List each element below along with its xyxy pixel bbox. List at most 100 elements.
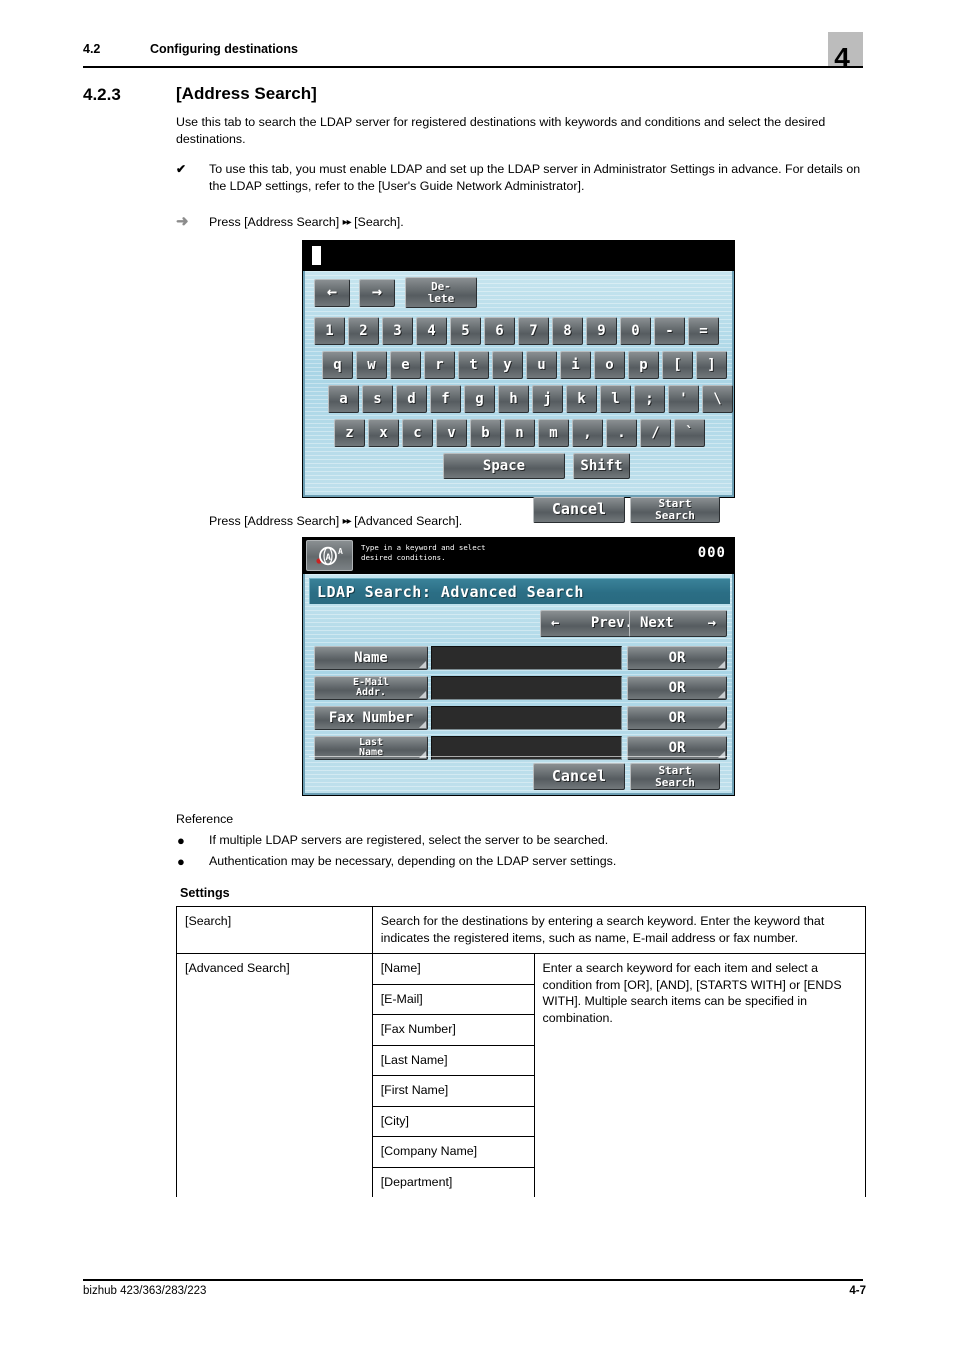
key-8[interactable]: 8 — [552, 317, 583, 345]
reference-heading: Reference — [176, 812, 234, 826]
key-label: \ — [713, 390, 722, 407]
key-q[interactable]: q — [322, 351, 353, 379]
start-search-button[interactable]: Start Search — [630, 763, 720, 790]
key-[interactable]: - — [654, 317, 685, 345]
key-[interactable]: / — [640, 419, 671, 447]
key-label: a — [339, 390, 348, 407]
key-f[interactable]: f — [430, 385, 461, 413]
key-label: 6 — [495, 322, 504, 339]
dogear-icon — [419, 691, 426, 698]
reference-item-2: ● Authentication may be necessary, depen… — [176, 853, 866, 870]
start-search-line2: Search — [655, 775, 695, 789]
key-b[interactable]: b — [470, 419, 501, 447]
cell-item-first-name: [First Name] — [371, 1075, 535, 1107]
key-0[interactable]: 0 — [620, 317, 651, 345]
key-y[interactable]: y — [492, 351, 523, 379]
key-label: u — [537, 356, 546, 373]
cancel-button[interactable]: Cancel — [533, 763, 625, 790]
key-1[interactable]: 1 — [314, 317, 345, 345]
key-5[interactable]: 5 — [450, 317, 481, 345]
key-[interactable]: = — [688, 317, 719, 345]
key-3[interactable]: 3 — [382, 317, 413, 345]
key-label: ] — [707, 356, 716, 373]
key-[interactable]: ] — [696, 351, 727, 379]
scan-mode-glyph: A A — [315, 546, 343, 565]
key-r[interactable]: r — [424, 351, 455, 379]
key-4[interactable]: 4 — [416, 317, 447, 345]
field-label-button-3[interactable]: Fax Number — [314, 706, 428, 730]
shift-key[interactable]: Shift — [573, 453, 630, 479]
key-label: r — [435, 356, 444, 373]
key-label: / — [651, 424, 660, 441]
key-[interactable]: ' — [668, 385, 699, 413]
key-j[interactable]: j — [532, 385, 563, 413]
cell-search-label: [Search] — [176, 906, 373, 954]
settings-heading: Settings — [180, 886, 230, 900]
key-6[interactable]: 6 — [484, 317, 515, 345]
key-label: ` — [685, 424, 694, 441]
key-p[interactable]: p — [628, 351, 659, 379]
dogear-icon — [419, 661, 426, 668]
key-[interactable]: . — [606, 419, 637, 447]
condition-button-1[interactable]: OR — [627, 646, 727, 670]
space-key[interactable]: Space — [443, 453, 565, 479]
keyword-input-1[interactable] — [431, 646, 622, 670]
key-[interactable]: \ — [702, 385, 733, 413]
key-z[interactable]: z — [334, 419, 365, 447]
field-label-button-2[interactable]: E-Mail Addr. — [314, 676, 428, 700]
key-w[interactable]: w — [356, 351, 387, 379]
key-n[interactable]: n — [504, 419, 535, 447]
arrow-right-icon: ➜ — [176, 213, 189, 230]
key-label: . — [617, 424, 626, 441]
field-label-button-1[interactable]: Name — [314, 646, 428, 670]
key-k[interactable]: k — [566, 385, 597, 413]
key-o[interactable]: o — [594, 351, 625, 379]
key-l[interactable]: l — [600, 385, 631, 413]
field-label-line2: Addr. — [355, 687, 387, 698]
key-c[interactable]: c — [402, 419, 433, 447]
keyword-input-2[interactable] — [431, 676, 622, 700]
key-a[interactable]: a — [328, 385, 359, 413]
key-e[interactable]: e — [390, 351, 421, 379]
key-label: 2 — [359, 322, 368, 339]
condition-button-3[interactable]: OR — [627, 706, 727, 730]
delete-button[interactable]: De- lete — [405, 277, 477, 308]
key-label: 9 — [597, 322, 606, 339]
cursor-right-button[interactable]: → — [359, 279, 395, 307]
key-label: ' — [679, 390, 688, 407]
condition-button-2[interactable]: OR — [627, 676, 727, 700]
keyboard-input-bar[interactable] — [303, 241, 734, 271]
next-button[interactable]: Next → — [629, 610, 727, 637]
key-9[interactable]: 9 — [586, 317, 617, 345]
cursor-left-button[interactable]: ← — [314, 279, 350, 307]
key-m[interactable]: m — [538, 419, 569, 447]
key-[interactable]: , — [572, 419, 603, 447]
note-block: ✔ To use this tab, you must enable LDAP … — [176, 161, 866, 195]
advanced-search-body: LDAP Search: Advanced Search ← Prev. Nex… — [303, 574, 734, 795]
reference-item-2-text: Authentication may be necessary, dependi… — [209, 854, 617, 868]
key-[interactable]: [ — [662, 351, 693, 379]
header-divider — [83, 66, 863, 68]
key-t[interactable]: t — [458, 351, 489, 379]
key-7[interactable]: 7 — [518, 317, 549, 345]
header-section-number: 4.2 — [83, 42, 101, 56]
cell-item-city: [City] — [371, 1105, 535, 1137]
step-2-part-b: [Advanced Search]. — [354, 514, 463, 528]
key-label: t — [469, 356, 478, 373]
key-[interactable]: ; — [634, 385, 665, 413]
settings-table: [Search] Search for the destinations by … — [176, 906, 867, 1197]
key-i[interactable]: i — [560, 351, 591, 379]
key-x[interactable]: x — [368, 419, 399, 447]
key-u[interactable]: u — [526, 351, 557, 379]
step-2: Press [Address Search] ▸▸ [Advanced Sear… — [209, 513, 869, 530]
key-s[interactable]: s — [362, 385, 393, 413]
key-h[interactable]: h — [498, 385, 529, 413]
keyword-input-3[interactable] — [431, 706, 622, 730]
key-[interactable]: ` — [674, 419, 705, 447]
key-v[interactable]: v — [436, 419, 467, 447]
key-g[interactable]: g — [464, 385, 495, 413]
key-label: e — [401, 356, 410, 373]
key-d[interactable]: d — [396, 385, 427, 413]
arrow-left-icon: ← — [551, 615, 560, 632]
key-2[interactable]: 2 — [348, 317, 379, 345]
